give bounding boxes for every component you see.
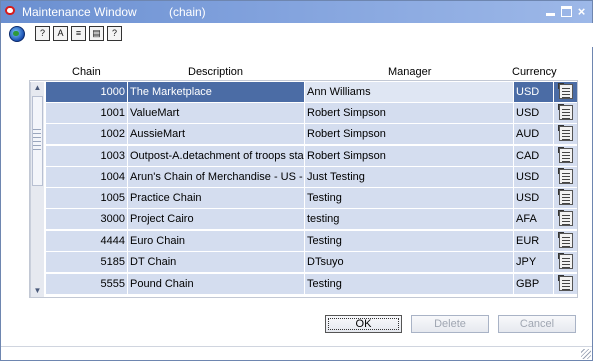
manager-cell[interactable]: Testing bbox=[304, 274, 513, 294]
manager-cell[interactable]: Testing bbox=[304, 188, 513, 208]
manager-cell[interactable]: testing bbox=[304, 209, 513, 229]
print-icon[interactable]: ▤ bbox=[89, 26, 104, 41]
table-row[interactable]: 5555 Pound Chain Testing GBP bbox=[46, 274, 577, 294]
maintenance-window: Maintenance Window (chain) × ? A ≡ ▤ ? C… bbox=[0, 0, 593, 361]
row-detail-button[interactable] bbox=[553, 103, 577, 123]
description-cell[interactable]: ValueMart bbox=[127, 103, 304, 123]
currency-cell[interactable]: USD bbox=[513, 167, 553, 187]
chain-cell: 1002 bbox=[100, 128, 125, 140]
description-cell[interactable]: The Marketplace bbox=[127, 82, 304, 102]
chain-cell: 1005 bbox=[100, 192, 125, 204]
chain-cell: 5185 bbox=[100, 256, 125, 268]
table-row[interactable]: 5185 DT Chain DTsuyo JPY bbox=[46, 252, 577, 272]
description-cell[interactable]: Outpost-A.detachment of troops sta bbox=[127, 146, 304, 166]
window-title: Maintenance Window bbox=[22, 5, 137, 19]
currency-cell[interactable]: AFA bbox=[513, 209, 553, 229]
description-cell[interactable]: AussieMart bbox=[127, 124, 304, 144]
row-detail-button[interactable] bbox=[553, 146, 577, 166]
chain-cell: 1003 bbox=[100, 150, 125, 162]
description-cell[interactable]: Euro Chain bbox=[127, 231, 304, 251]
currency-cell[interactable]: USD bbox=[513, 103, 553, 123]
manager-cell[interactable]: Robert Simpson bbox=[304, 124, 513, 144]
table-row[interactable]: 4444 Euro Chain Testing EUR bbox=[46, 231, 577, 251]
row-detail-button[interactable] bbox=[553, 209, 577, 229]
manager-cell[interactable]: Robert Simpson bbox=[304, 146, 513, 166]
description-cell[interactable]: Practice Chain bbox=[127, 188, 304, 208]
document-icon[interactable]: ≡ bbox=[71, 26, 86, 41]
currency-cell[interactable]: GBP bbox=[513, 274, 553, 294]
chain-cell: 1001 bbox=[100, 107, 125, 119]
close-icon[interactable]: × bbox=[576, 5, 587, 18]
currency-cell[interactable]: CAD bbox=[513, 146, 553, 166]
resize-grip[interactable] bbox=[33, 129, 41, 151]
status-divider bbox=[1, 346, 592, 347]
toolbar: ? A ≡ ▤ ? bbox=[2, 23, 593, 47]
oracle-logo-icon bbox=[5, 6, 15, 15]
help-icon[interactable]: ? bbox=[107, 26, 122, 41]
maximize-icon[interactable] bbox=[561, 6, 572, 17]
detail-list-icon bbox=[558, 189, 573, 205]
detail-list-icon bbox=[558, 168, 573, 184]
detail-list-icon bbox=[558, 83, 573, 99]
description-cell[interactable]: Project Cairo bbox=[127, 209, 304, 229]
currency-cell[interactable]: USD bbox=[513, 188, 553, 208]
column-header-manager: Manager bbox=[388, 66, 432, 78]
currency-cell[interactable]: USD bbox=[513, 82, 553, 102]
row-detail-button[interactable] bbox=[553, 188, 577, 208]
manager-cell[interactable]: Testing bbox=[304, 231, 513, 251]
resize-corner-icon[interactable] bbox=[581, 349, 591, 359]
minimize-icon[interactable] bbox=[545, 6, 556, 17]
globe-icon[interactable] bbox=[9, 26, 25, 42]
delete-button[interactable]: Delete bbox=[411, 315, 489, 333]
help-topics-icon[interactable]: ? bbox=[35, 26, 50, 41]
manager-cell[interactable]: Ann Williams bbox=[304, 82, 513, 102]
detail-list-icon bbox=[558, 275, 573, 291]
row-detail-button[interactable] bbox=[553, 82, 577, 102]
description-cell[interactable]: Pound Chain bbox=[127, 274, 304, 294]
column-header-currency: Currency bbox=[512, 66, 557, 78]
table-row[interactable]: 1004 Arun's Chain of Merchandise - US - … bbox=[46, 167, 577, 187]
currency-cell[interactable]: EUR bbox=[513, 231, 553, 251]
row-detail-button[interactable] bbox=[553, 231, 577, 251]
vertical-scrollbar[interactable]: ▲ ▼ bbox=[30, 82, 44, 297]
scroll-up-arrow-icon[interactable]: ▲ bbox=[31, 82, 44, 94]
column-header-description: Description bbox=[188, 66, 244, 78]
description-cell[interactable]: Arun's Chain of Merchandise - US - I bbox=[127, 167, 304, 187]
detail-list-icon bbox=[558, 104, 573, 120]
detail-list-icon bbox=[558, 210, 573, 226]
detail-list-icon bbox=[558, 125, 573, 141]
column-header-chain: Chain bbox=[72, 66, 101, 78]
currency-cell[interactable]: AUD bbox=[513, 124, 553, 144]
spell-check-icon[interactable]: A bbox=[53, 26, 68, 41]
table-row[interactable]: 1000 The Marketplace Ann Williams USD bbox=[46, 82, 577, 102]
chain-cell: 3000 bbox=[100, 213, 125, 225]
ok-button[interactable]: OK bbox=[325, 315, 402, 333]
description-cell[interactable]: DT Chain bbox=[127, 252, 304, 272]
chain-cell: 5555 bbox=[100, 278, 125, 290]
row-detail-button[interactable] bbox=[553, 167, 577, 187]
row-detail-button[interactable] bbox=[553, 252, 577, 272]
chain-cell: 1000 bbox=[100, 86, 125, 98]
detail-list-icon bbox=[558, 253, 573, 269]
chain-cell: 4444 bbox=[100, 235, 125, 247]
table-row[interactable]: 1002 AussieMart Robert Simpson AUD bbox=[46, 124, 577, 144]
manager-cell[interactable]: DTsuyo bbox=[304, 252, 513, 272]
manager-cell[interactable]: Just Testing bbox=[304, 167, 513, 187]
row-detail-button[interactable] bbox=[553, 274, 577, 294]
window-subtitle: (chain) bbox=[169, 5, 206, 19]
table-row[interactable]: 1005 Practice Chain Testing USD bbox=[46, 188, 577, 208]
detail-list-icon bbox=[558, 232, 573, 248]
currency-cell[interactable]: JPY bbox=[513, 252, 553, 272]
row-detail-button[interactable] bbox=[553, 124, 577, 144]
chain-cell: 1004 bbox=[100, 171, 125, 183]
table-row[interactable]: 1003 Outpost-A.detachment of troops sta … bbox=[46, 146, 577, 166]
table-row[interactable]: 1001 ValueMart Robert Simpson USD bbox=[46, 103, 577, 123]
table-row[interactable]: 3000 Project Cairo testing AFA bbox=[46, 209, 577, 229]
cancel-button[interactable]: Cancel bbox=[498, 315, 576, 333]
scroll-down-arrow-icon[interactable]: ▼ bbox=[31, 285, 44, 297]
detail-list-icon bbox=[558, 147, 573, 163]
title-bar[interactable]: Maintenance Window (chain) × bbox=[1, 1, 592, 23]
manager-cell[interactable]: Robert Simpson bbox=[304, 103, 513, 123]
